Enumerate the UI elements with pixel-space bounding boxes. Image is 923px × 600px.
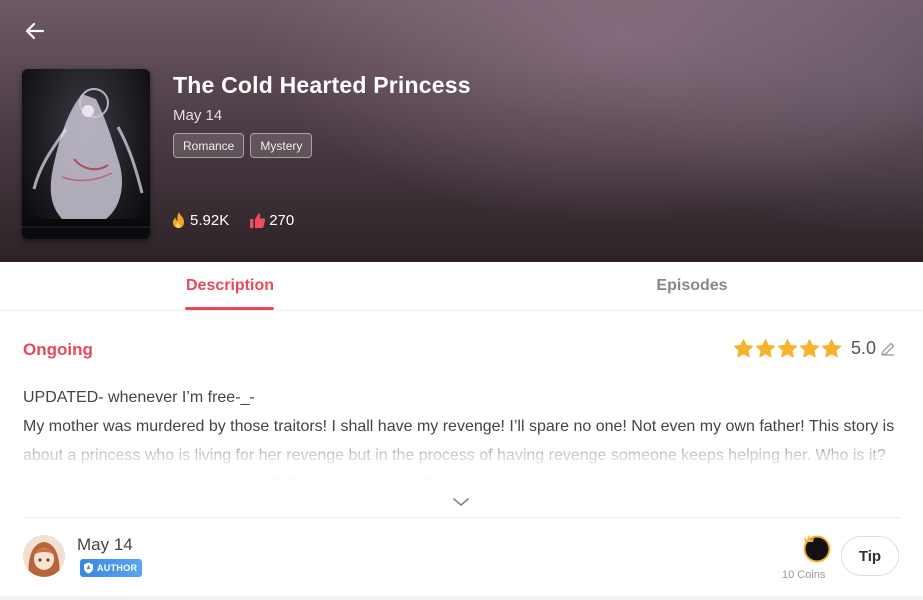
- star-icon: [799, 338, 820, 357]
- tip-coins-label: 10 Coins: [782, 569, 826, 581]
- back-arrow-icon: [25, 22, 45, 40]
- status-label: Ongoing: [23, 340, 93, 359]
- tip-button[interactable]: Tip: [841, 536, 899, 576]
- flame-icon: [173, 212, 184, 228]
- author-post-date: May 14: [77, 535, 133, 554]
- star-icon: [755, 338, 776, 357]
- pencil-icon[interactable]: [880, 341, 896, 357]
- star-icon: [777, 338, 798, 357]
- description-fade: [23, 433, 901, 483]
- author-badge: AUTHOR: [80, 559, 143, 577]
- likes-count: 270: [269, 211, 295, 229]
- tab-description[interactable]: Description: [150, 262, 310, 310]
- description-update-line: UPDATED- whenever I’m free-_-: [23, 389, 255, 406]
- author-badge-label: AUTHOR: [97, 563, 138, 573]
- expand-description-button[interactable]: [451, 494, 471, 515]
- active-tab-indicator: [185, 307, 274, 310]
- description-text: UPDATED- whenever I’m free-_- My mother …: [23, 383, 901, 483]
- likes-stat: 270: [249, 212, 294, 229]
- star-icon: [821, 338, 842, 357]
- book-header: The Cold Hearted Princess May 14 Romance…: [0, 0, 923, 262]
- author-shield-icon: [84, 562, 93, 574]
- rating-value: 5.0: [850, 338, 876, 358]
- content-tabs: Description Episodes: [0, 262, 923, 311]
- chevron-down-icon: [453, 498, 469, 506]
- tag-mystery[interactable]: Mystery: [250, 133, 313, 158]
- back-button[interactable]: [20, 16, 50, 46]
- bottom-edge: [0, 596, 923, 600]
- book-stats: 5.92K 270: [170, 211, 294, 229]
- section-divider: [23, 517, 900, 518]
- views-count: 5.92K: [190, 211, 230, 229]
- views-stat: 5.92K: [170, 211, 229, 229]
- tag-romance[interactable]: Romance: [173, 133, 245, 158]
- rating[interactable]: 5.0: [733, 338, 896, 359]
- book-date: May 14: [173, 107, 223, 124]
- tab-episodes[interactable]: Episodes: [612, 262, 772, 310]
- star-icon: [733, 338, 754, 357]
- book-cover-image: [22, 69, 150, 239]
- book-title: The Cold Hearted Princess: [173, 72, 471, 98]
- coin-icon: [801, 531, 833, 563]
- author-avatar[interactable]: [23, 535, 65, 577]
- thumbs-up-icon: [250, 213, 266, 228]
- genre-tags: Romance Mystery: [173, 133, 313, 158]
